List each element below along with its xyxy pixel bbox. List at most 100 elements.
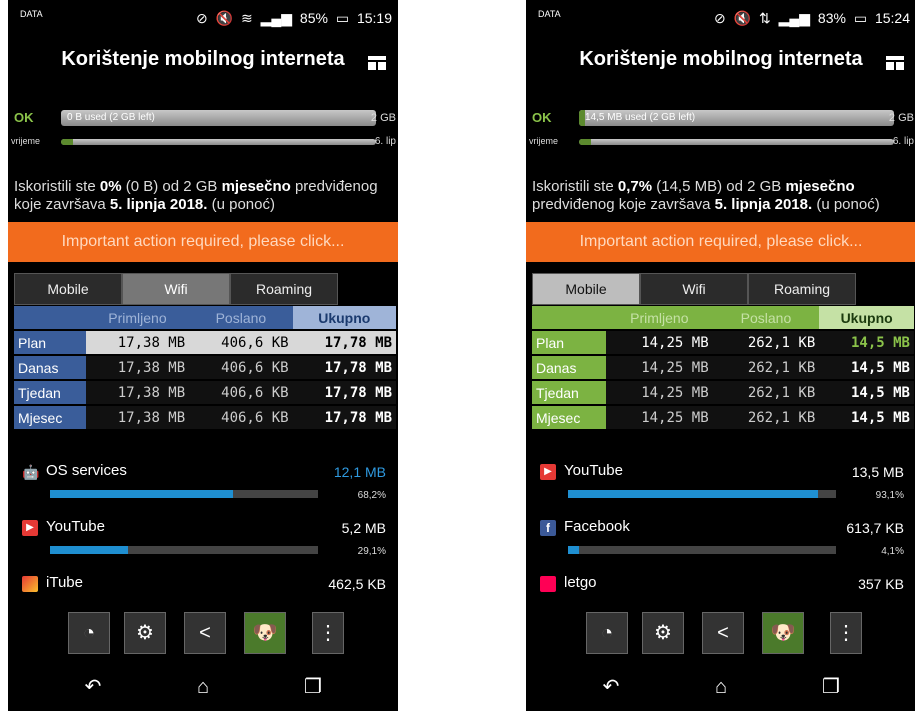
app-logo-icon[interactable]: 🐶 — [762, 612, 804, 654]
no-disturb-icon: ⊘ — [713, 10, 726, 26]
phone-screenshot-right: DATA ⊘ 🔇 ⇅ ▂▄▆ 83% ▭ 15:24 Korištenje mo… — [526, 0, 915, 711]
tab-mobile[interactable]: Mobile — [14, 273, 122, 305]
status-ok: OK — [532, 110, 552, 125]
gear-icon[interactable]: ⚙ — [124, 612, 166, 654]
battery-percent: 85% — [299, 10, 328, 26]
recents-icon[interactable]: ❐ — [298, 674, 328, 700]
time-label: vrijeme — [529, 136, 559, 146]
usage-summary: Iskoristili ste 0,7% (14,5 MB) od 2 GB m… — [532, 178, 880, 213]
action-banner[interactable]: Important action required, please click.… — [526, 222, 915, 262]
data-usage-bar: 14,5 MB used (2 GB left) — [579, 110, 894, 126]
app-logo-icon[interactable]: 🐶 — [244, 612, 286, 654]
more-menu-icon[interactable]: ⋮ — [830, 612, 862, 654]
data-indicator: DATA — [538, 9, 561, 19]
gear-icon[interactable]: ⚙ — [642, 612, 684, 654]
table-header: Poslano — [712, 306, 820, 331]
table-row[interactable]: Tjedan 17,38 MB 406,6 KB 17,78 MB — [14, 380, 396, 406]
page-title: Korištenje mobilnog interneta — [579, 48, 863, 70]
battery-icon: ▭ — [853, 10, 868, 26]
table-header: Ukupno — [292, 306, 396, 331]
bottom-toolbar: ◔ ⚙ < 🐶 ⋮ — [68, 612, 358, 656]
tab-roaming[interactable]: Roaming — [230, 273, 338, 305]
data-indicator: DATA — [20, 9, 43, 19]
table-row[interactable]: Danas 17,38 MB 406,6 KB 17,78 MB — [14, 355, 396, 381]
tab-mobile[interactable]: Mobile — [532, 273, 640, 305]
data-limit: 2 GB — [888, 112, 914, 124]
time-label: vrijeme — [11, 136, 41, 146]
list-item[interactable]: ▶ YouTube 5,2 MB 29,1% — [18, 516, 392, 572]
android-icon: 🤖 — [22, 464, 40, 480]
time-row: vrijeme 6. lip — [526, 136, 915, 150]
table-row[interactable]: Danas 14,25 MB 262,1 KB 14,5 MB — [532, 355, 914, 381]
battery-icon: ▭ — [335, 10, 350, 26]
table-header: Ukupno — [819, 306, 914, 331]
back-icon[interactable]: ↶ — [596, 674, 626, 700]
clock: 15:24 — [874, 10, 910, 26]
youtube-icon: ▶ — [540, 464, 556, 480]
layout-icon[interactable] — [368, 56, 386, 70]
letgo-icon — [540, 576, 556, 592]
table-header: Primljeno — [85, 306, 190, 331]
action-banner[interactable]: Important action required, please click.… — [8, 222, 398, 262]
table-row[interactable]: Plan 17,38 MB 406,6 KB 17,78 MB — [14, 330, 396, 356]
nav-bar: ↶ ⌂ ❐ — [526, 668, 915, 708]
table-row[interactable]: Tjedan 14,25 MB 262,1 KB 14,5 MB — [532, 380, 914, 406]
bottom-toolbar: ◔ ⚙ < 🐶 ⋮ — [586, 612, 876, 656]
share-icon[interactable]: < — [184, 612, 226, 654]
speedometer-icon[interactable]: ◔ — [586, 612, 628, 654]
table-header — [14, 306, 86, 331]
speedometer-icon[interactable]: ◔ — [68, 612, 110, 654]
table-header — [532, 306, 606, 331]
data-transfer-icon: ⇅ — [758, 10, 771, 26]
status-bar: DATA ⊘ 🔇 ⇅ ▂▄▆ 83% ▭ 15:24 — [526, 0, 915, 40]
clock: 15:19 — [356, 10, 392, 26]
phone-screenshot-left: DATA ⊘ 🔇 ≋ ▂▄▆ 85% ▭ 15:19 Korištenje mo… — [8, 0, 398, 711]
mute-icon: 🔇 — [733, 10, 752, 26]
table-row[interactable]: Mjesec 14,25 MB 262,1 KB 14,5 MB — [532, 405, 914, 431]
status-icons: ⊘ 🔇 ≋ ▂▄▆ 85% ▭ 15:19 — [192, 10, 392, 27]
recents-icon[interactable]: ❐ — [816, 674, 846, 700]
time-row: vrijeme 6. lip — [8, 136, 398, 150]
period-end: 6. lip — [892, 136, 914, 147]
nav-bar: ↶ ⌂ ❐ — [8, 668, 398, 708]
table-header: Primljeno — [606, 306, 713, 331]
list-item[interactable]: f Facebook 613,7 KB 4,1% — [536, 516, 910, 572]
page-title: Korištenje mobilnog interneta — [61, 48, 345, 70]
signal-icon: ▂▄▆ — [260, 10, 293, 26]
usage-bar — [568, 490, 836, 498]
signal-icon: ▂▄▆ — [778, 10, 811, 26]
tab-bar: Mobile Wifi Roaming — [532, 273, 856, 305]
page-title-bar: Korištenje mobilnog interneta — [526, 48, 915, 84]
list-item[interactable]: 🤖 OS services 12,1 MB 68,2% — [18, 460, 392, 516]
home-icon[interactable]: ⌂ — [706, 674, 736, 700]
no-disturb-icon: ⊘ — [195, 10, 208, 26]
status-bar: DATA ⊘ 🔇 ≋ ▂▄▆ 85% ▭ 15:19 — [8, 0, 398, 40]
tab-wifi[interactable]: Wifi — [122, 273, 230, 305]
status-icons: ⊘ 🔇 ⇅ ▂▄▆ 83% ▭ 15:24 — [710, 10, 910, 27]
usage-bar — [50, 546, 318, 554]
wifi-icon: ≋ — [240, 10, 253, 26]
back-icon[interactable]: ↶ — [78, 674, 108, 700]
data-usage-label: 0 B used (2 GB left) — [67, 112, 155, 123]
mute-icon: 🔇 — [215, 10, 234, 26]
list-item[interactable]: ▶ YouTube 13,5 MB 93,1% — [536, 460, 910, 516]
home-icon[interactable]: ⌂ — [188, 674, 218, 700]
app-usage-list: 🤖 OS services 12,1 MB 68,2% ▶ YouTube 5,… — [18, 460, 392, 628]
layout-icon[interactable] — [886, 56, 904, 70]
period-end: 6. lip — [374, 136, 396, 147]
more-menu-icon[interactable]: ⋮ — [312, 612, 344, 654]
tab-roaming[interactable]: Roaming — [748, 273, 856, 305]
table-row[interactable]: Plan 14,25 MB 262,1 KB 14,5 MB — [532, 330, 914, 356]
itube-icon — [22, 576, 38, 592]
table-row[interactable]: Mjesec 17,38 MB 406,6 KB 17,78 MB — [14, 405, 396, 431]
time-bar — [61, 139, 376, 145]
share-icon[interactable]: < — [702, 612, 744, 654]
app-usage-list: ▶ YouTube 13,5 MB 93,1% f Facebook 613,7… — [536, 460, 910, 628]
usage-bar — [568, 546, 836, 554]
facebook-icon: f — [540, 520, 556, 536]
usage-table: Primljeno Poslano Ukupno Plan 14,25 MB 2… — [532, 306, 914, 431]
tab-wifi[interactable]: Wifi — [640, 273, 748, 305]
data-usage-row: OK 0 B used (2 GB left) 2 GB — [8, 110, 398, 130]
usage-summary: Iskoristili ste 0% (0 B) od 2 GB mjesečn… — [14, 178, 378, 213]
usage-bar — [50, 490, 318, 498]
